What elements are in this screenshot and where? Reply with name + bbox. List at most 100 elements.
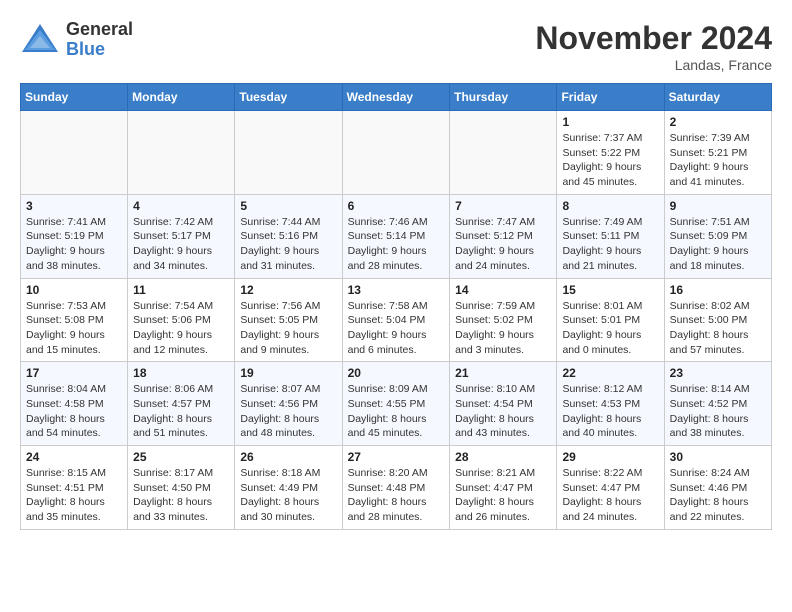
day-number: 7	[455, 199, 551, 213]
day-info: Sunrise: 7:37 AM Sunset: 5:22 PM Dayligh…	[562, 131, 658, 190]
weekday-header-monday: Monday	[128, 84, 235, 111]
calendar-cell: 29Sunrise: 8:22 AM Sunset: 4:47 PM Dayli…	[557, 446, 664, 530]
calendar-week-row: 10Sunrise: 7:53 AM Sunset: 5:08 PM Dayli…	[21, 278, 772, 362]
calendar-cell: 22 Sunrise: 8:12 AM Sunset: 4:53 PM Dayli…	[557, 362, 664, 446]
calendar-cell	[21, 111, 128, 195]
day-number: 13	[348, 283, 445, 297]
calendar-cell: 12Sunrise: 7:56 AM Sunset: 5:05 PM Dayli…	[235, 278, 342, 362]
calendar-cell: 7 Sunrise: 7:47 AM Sunset: 5:12 PM Daylig…	[450, 194, 557, 278]
location: Landas, France	[535, 57, 772, 73]
calendar-cell: 9 Sunrise: 7:51 AM Sunset: 5:09 PM Daylig…	[664, 194, 771, 278]
calendar-week-row: 17 Sunrise: 8:04 AM Sunset: 4:58 PM Dayli…	[21, 362, 772, 446]
calendar-cell: 1 Sunrise: 7:37 AM Sunset: 5:22 PM Daylig…	[557, 111, 664, 195]
calendar-cell: 11 Sunrise: 7:54 AM Sunset: 5:06 PM Dayli…	[128, 278, 235, 362]
calendar-cell: 28 Sunrise: 8:21 AM Sunset: 4:47 PM Dayli…	[450, 446, 557, 530]
weekday-header-friday: Friday	[557, 84, 664, 111]
day-info: Sunrise: 8:12 AM Sunset: 4:53 PM Dayligh…	[562, 382, 658, 441]
weekday-header-thursday: Thursday	[450, 84, 557, 111]
calendar-cell: 23Sunrise: 8:14 AM Sunset: 4:52 PM Dayli…	[664, 362, 771, 446]
day-info: Sunrise: 8:07 AM Sunset: 4:56 PM Dayligh…	[240, 382, 336, 441]
calendar-cell: 4Sunrise: 7:42 AM Sunset: 5:17 PM Daylig…	[128, 194, 235, 278]
day-info: Sunrise: 7:51 AM Sunset: 5:09 PM Dayligh…	[670, 215, 766, 274]
day-info: Sunrise: 8:17 AM Sunset: 4:50 PM Dayligh…	[133, 466, 229, 525]
calendar-week-row: 1 Sunrise: 7:37 AM Sunset: 5:22 PM Daylig…	[21, 111, 772, 195]
day-number: 27	[348, 450, 445, 464]
calendar-cell: 13 Sunrise: 7:58 AM Sunset: 5:04 PM Dayli…	[342, 278, 450, 362]
calendar-cell: 16 Sunrise: 8:02 AM Sunset: 5:00 PM Dayli…	[664, 278, 771, 362]
weekday-header-tuesday: Tuesday	[235, 84, 342, 111]
day-info: Sunrise: 8:15 AM Sunset: 4:51 PM Dayligh…	[26, 466, 122, 525]
calendar-cell: 25 Sunrise: 8:17 AM Sunset: 4:50 PM Dayli…	[128, 446, 235, 530]
day-number: 10	[26, 283, 122, 297]
calendar-cell: 15Sunrise: 8:01 AM Sunset: 5:01 PM Dayli…	[557, 278, 664, 362]
day-number: 11	[133, 283, 229, 297]
calendar-cell: 6Sunrise: 7:46 AM Sunset: 5:14 PM Daylig…	[342, 194, 450, 278]
day-number: 1	[562, 115, 658, 129]
day-info: Sunrise: 7:41 AM Sunset: 5:19 PM Dayligh…	[26, 215, 122, 274]
title-section: November 2024 Landas, France	[535, 20, 772, 73]
day-number: 25	[133, 450, 229, 464]
day-number: 9	[670, 199, 766, 213]
month-title: November 2024	[535, 20, 772, 57]
day-info: Sunrise: 8:02 AM Sunset: 5:00 PM Dayligh…	[670, 299, 766, 358]
logo-text: General Blue	[66, 20, 133, 60]
day-info: Sunrise: 7:44 AM Sunset: 5:16 PM Dayligh…	[240, 215, 336, 274]
calendar-cell: 30 Sunrise: 8:24 AM Sunset: 4:46 PM Dayli…	[664, 446, 771, 530]
day-info: Sunrise: 8:14 AM Sunset: 4:52 PM Dayligh…	[670, 382, 766, 441]
calendar-cell	[235, 111, 342, 195]
day-number: 18	[133, 366, 229, 380]
day-info: Sunrise: 7:47 AM Sunset: 5:12 PM Dayligh…	[455, 215, 551, 274]
day-info: Sunrise: 8:21 AM Sunset: 4:47 PM Dayligh…	[455, 466, 551, 525]
calendar-cell: 18 Sunrise: 8:06 AM Sunset: 4:57 PM Dayli…	[128, 362, 235, 446]
day-number: 3	[26, 199, 122, 213]
day-number: 29	[562, 450, 658, 464]
day-info: Sunrise: 7:49 AM Sunset: 5:11 PM Dayligh…	[562, 215, 658, 274]
logo: General Blue	[20, 20, 133, 60]
calendar-cell	[342, 111, 450, 195]
page-header: General Blue November 2024 Landas, Franc…	[20, 20, 772, 73]
day-number: 16	[670, 283, 766, 297]
day-number: 8	[562, 199, 658, 213]
day-number: 17	[26, 366, 122, 380]
logo-general-text: General	[66, 20, 133, 40]
day-info: Sunrise: 8:24 AM Sunset: 4:46 PM Dayligh…	[670, 466, 766, 525]
day-info: Sunrise: 7:59 AM Sunset: 5:02 PM Dayligh…	[455, 299, 551, 358]
day-info: Sunrise: 7:58 AM Sunset: 5:04 PM Dayligh…	[348, 299, 445, 358]
calendar-cell: 24 Sunrise: 8:15 AM Sunset: 4:51 PM Dayli…	[21, 446, 128, 530]
logo-blue-text: Blue	[66, 40, 133, 60]
day-number: 20	[348, 366, 445, 380]
day-number: 19	[240, 366, 336, 380]
weekday-header-wednesday: Wednesday	[342, 84, 450, 111]
calendar-cell: 17 Sunrise: 8:04 AM Sunset: 4:58 PM Dayli…	[21, 362, 128, 446]
calendar-cell: 3 Sunrise: 7:41 AM Sunset: 5:19 PM Daylig…	[21, 194, 128, 278]
day-number: 28	[455, 450, 551, 464]
day-number: 22	[562, 366, 658, 380]
weekday-header-saturday: Saturday	[664, 84, 771, 111]
calendar-week-row: 3 Sunrise: 7:41 AM Sunset: 5:19 PM Daylig…	[21, 194, 772, 278]
day-info: Sunrise: 8:09 AM Sunset: 4:55 PM Dayligh…	[348, 382, 445, 441]
day-info: Sunrise: 8:18 AM Sunset: 4:49 PM Dayligh…	[240, 466, 336, 525]
logo-icon	[20, 22, 60, 57]
calendar-cell: 14Sunrise: 7:59 AM Sunset: 5:02 PM Dayli…	[450, 278, 557, 362]
day-number: 26	[240, 450, 336, 464]
day-info: Sunrise: 8:06 AM Sunset: 4:57 PM Dayligh…	[133, 382, 229, 441]
day-info: Sunrise: 8:10 AM Sunset: 4:54 PM Dayligh…	[455, 382, 551, 441]
day-number: 4	[133, 199, 229, 213]
day-number: 5	[240, 199, 336, 213]
day-info: Sunrise: 7:46 AM Sunset: 5:14 PM Dayligh…	[348, 215, 445, 274]
calendar-week-row: 24 Sunrise: 8:15 AM Sunset: 4:51 PM Dayli…	[21, 446, 772, 530]
day-info: Sunrise: 8:04 AM Sunset: 4:58 PM Dayligh…	[26, 382, 122, 441]
day-info: Sunrise: 7:54 AM Sunset: 5:06 PM Dayligh…	[133, 299, 229, 358]
calendar-cell: 5 Sunrise: 7:44 AM Sunset: 5:16 PM Daylig…	[235, 194, 342, 278]
day-number: 30	[670, 450, 766, 464]
calendar-cell: 2Sunrise: 7:39 AM Sunset: 5:21 PM Daylig…	[664, 111, 771, 195]
calendar-table: SundayMondayTuesdayWednesdayThursdayFrid…	[20, 83, 772, 530]
day-number: 24	[26, 450, 122, 464]
day-number: 2	[670, 115, 766, 129]
calendar-cell: 20 Sunrise: 8:09 AM Sunset: 4:55 PM Dayli…	[342, 362, 450, 446]
calendar-cell	[450, 111, 557, 195]
calendar-cell: 10Sunrise: 7:53 AM Sunset: 5:08 PM Dayli…	[21, 278, 128, 362]
day-info: Sunrise: 8:20 AM Sunset: 4:48 PM Dayligh…	[348, 466, 445, 525]
calendar-cell: 21Sunrise: 8:10 AM Sunset: 4:54 PM Dayli…	[450, 362, 557, 446]
calendar-cell: 26 Sunrise: 8:18 AM Sunset: 4:49 PM Dayli…	[235, 446, 342, 530]
